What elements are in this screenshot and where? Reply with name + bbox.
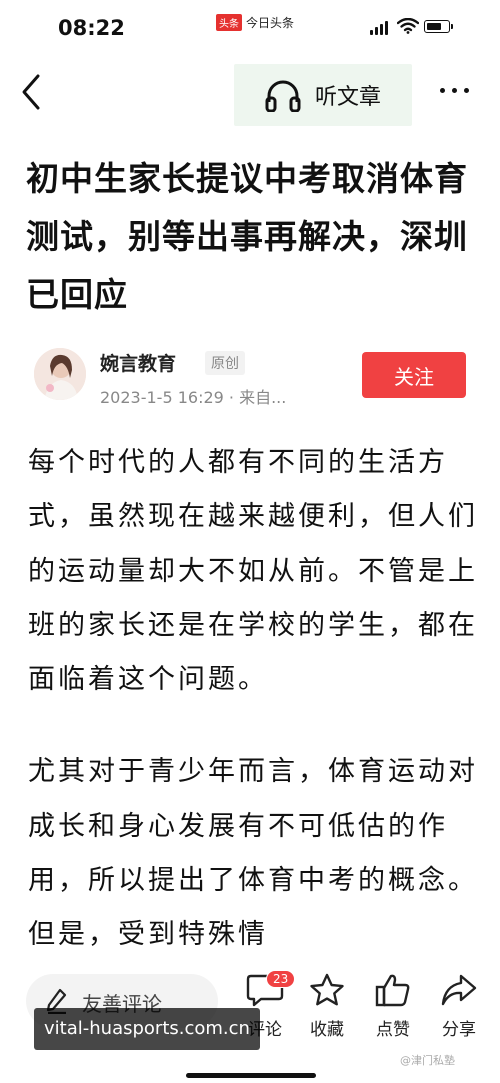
wifi-icon (397, 18, 419, 34)
like-label: 点赞 (376, 1020, 410, 1040)
listen-article-button[interactable]: 听文章 (234, 64, 412, 126)
original-tag: 原创 (205, 351, 245, 375)
share-icon (441, 974, 477, 1006)
bottom-action-bar: 友善评论 23 评论 收藏 点赞 分享 vital-huasports.com.… (0, 960, 500, 1083)
article-body: 每个时代的人都有不同的生活方式，虽然现在越来越便利，但人们的运动量却大不如从前。… (28, 436, 478, 1001)
author-name[interactable]: 婉言教育 (100, 349, 176, 376)
cellular-signal-icon (370, 21, 388, 35)
favorite-label: 收藏 (310, 1020, 344, 1040)
battery-icon (424, 20, 450, 33)
author-avatar[interactable] (34, 348, 86, 400)
author-row: 婉言教育 原创 2023-1-5 16:29 · 来自... 关注 (0, 346, 500, 408)
headphones-icon (265, 80, 301, 112)
star-icon (310, 973, 344, 1006)
share-label: 分享 (442, 1020, 476, 1040)
back-chevron-icon[interactable] (16, 72, 46, 112)
article-title: 初中生家长提议中考取消体育测试，别等出事再解决，深圳已回应 (26, 159, 468, 314)
source-watermark: @津门私塾 (400, 1054, 455, 1067)
app-logo: 头条 (216, 14, 242, 31)
app-name: 今日头条 (246, 16, 295, 30)
favorite-button[interactable]: 收藏 (300, 972, 354, 1040)
listen-article-label: 听文章 (314, 85, 381, 110)
home-indicator (186, 1073, 316, 1078)
status-bar: 08:22 头条 今日头条 (0, 0, 500, 56)
battery-tip (451, 24, 453, 29)
more-dots-icon[interactable] (440, 88, 469, 93)
follow-button[interactable]: 关注 (362, 352, 466, 398)
url-watermark: vital-huasports.com.cn (34, 1008, 260, 1050)
comment-count-badge: 23 (266, 970, 296, 988)
publish-meta: 2023-1-5 16:29 · 来自... (100, 388, 287, 407)
article-paragraph: 每个时代的人都有不同的生活方式，虽然现在越来越便利，但人们的运动量却大不如从前。… (28, 447, 478, 696)
status-time: 08:22 (58, 16, 125, 40)
share-button[interactable]: 分享 (432, 972, 486, 1040)
source-app-indicator: 头条 今日头条 (216, 14, 294, 31)
like-button[interactable]: 点赞 (366, 972, 420, 1040)
article-paragraph: 尤其对于青少年而言，体育运动对成长和身心发展有不可低估的作用，所以提出了体育中考… (28, 756, 478, 951)
article-nav-bar: 听文章 (0, 56, 500, 130)
thumbs-up-icon (375, 974, 410, 1007)
